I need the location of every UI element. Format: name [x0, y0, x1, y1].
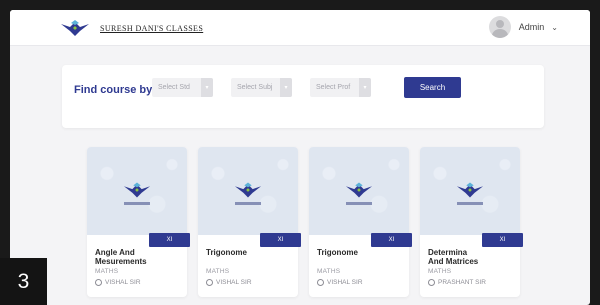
- user-icon: [317, 279, 324, 286]
- thumbnail-caption: [346, 202, 372, 205]
- course-thumbnail: [198, 147, 298, 235]
- course-filter-card: Find course by Select Std ▾ Select Subj …: [62, 65, 544, 128]
- course-card[interactable]: XI Trigonome MATHS VISHAL SIR: [198, 147, 301, 297]
- professor-name: VISHAL SIR: [216, 279, 252, 286]
- graduation-cap-logo-icon: [234, 182, 262, 198]
- user-name: Admin: [518, 22, 545, 32]
- user-icon: [206, 279, 213, 286]
- std-badge: XI: [482, 233, 523, 247]
- chevron-down-icon: ▾: [359, 78, 371, 97]
- course-subject: MATHS: [206, 268, 230, 275]
- brand-name: SURESH DANI'S CLASSES: [100, 23, 204, 33]
- search-button[interactable]: Search: [404, 77, 461, 98]
- course-professor: VISHAL SIR: [206, 279, 252, 286]
- professor-select[interactable]: Select Prof ▾: [310, 78, 371, 97]
- course-title: Angle And Mesurements: [95, 248, 147, 266]
- chevron-down-icon: ⌄: [551, 22, 558, 32]
- graduation-cap-logo-icon: [345, 182, 373, 198]
- course-thumbnail: [309, 147, 409, 235]
- course-professor: PRASHANT SIR: [428, 279, 486, 286]
- thumbnail-caption: [235, 202, 261, 205]
- chevron-down-icon: ▾: [280, 78, 292, 97]
- std-select[interactable]: Select Std ▾: [152, 78, 213, 97]
- filter-title: Find course by: [74, 84, 153, 96]
- user-menu[interactable]: Admin ⌄: [488, 16, 558, 38]
- graduation-cap-logo-icon: [61, 20, 89, 36]
- user-icon: [95, 279, 102, 286]
- course-thumbnail: [420, 147, 520, 235]
- professor-select-label: Select Prof: [316, 84, 351, 91]
- chevron-down-icon: ▾: [201, 78, 213, 97]
- std-badge: XI: [371, 233, 412, 247]
- user-icon: [428, 279, 435, 286]
- course-card[interactable]: XI Angle And Mesurements MATHS VISHAL SI…: [87, 147, 190, 297]
- course-card[interactable]: XI Trigonome MATHS VISHAL SIR: [309, 147, 412, 297]
- course-title: Trigonome: [206, 248, 247, 257]
- professor-name: VISHAL SIR: [327, 279, 363, 286]
- course-subject: MATHS: [95, 268, 119, 275]
- course-subject: MATHS: [317, 268, 341, 275]
- course-title: Determina And Matrices: [428, 248, 479, 266]
- step-number-badge: 3: [0, 258, 47, 305]
- subject-select[interactable]: Select Subj ▾: [231, 78, 292, 97]
- professor-name: VISHAL SIR: [105, 279, 141, 286]
- thumbnail-caption: [124, 202, 150, 205]
- subject-select-label: Select Subj: [237, 84, 273, 91]
- std-badge: XI: [260, 233, 301, 247]
- graduation-cap-logo-icon: [123, 182, 151, 198]
- course-thumbnail: [87, 147, 187, 235]
- course-card[interactable]: XI Determina And Matrices MATHS PRASHANT…: [420, 147, 523, 297]
- course-subject: MATHS: [428, 268, 452, 275]
- top-header: SURESH DANI'S CLASSES Admin ⌄: [10, 10, 590, 46]
- thumbnail-caption: [457, 202, 483, 205]
- brand-logo[interactable]: SURESH DANI'S CLASSES: [60, 18, 203, 38]
- std-badge: XI: [149, 233, 190, 247]
- professor-name: PRASHANT SIR: [438, 279, 486, 286]
- graduation-cap-logo-icon: [456, 182, 484, 198]
- course-professor: VISHAL SIR: [317, 279, 363, 286]
- course-professor: VISHAL SIR: [95, 279, 141, 286]
- std-select-label: Select Std: [158, 84, 190, 91]
- course-title: Trigonome: [317, 248, 358, 257]
- app-frame: SURESH DANI'S CLASSES Admin ⌄ Find cours…: [10, 10, 590, 305]
- avatar: [488, 16, 511, 38]
